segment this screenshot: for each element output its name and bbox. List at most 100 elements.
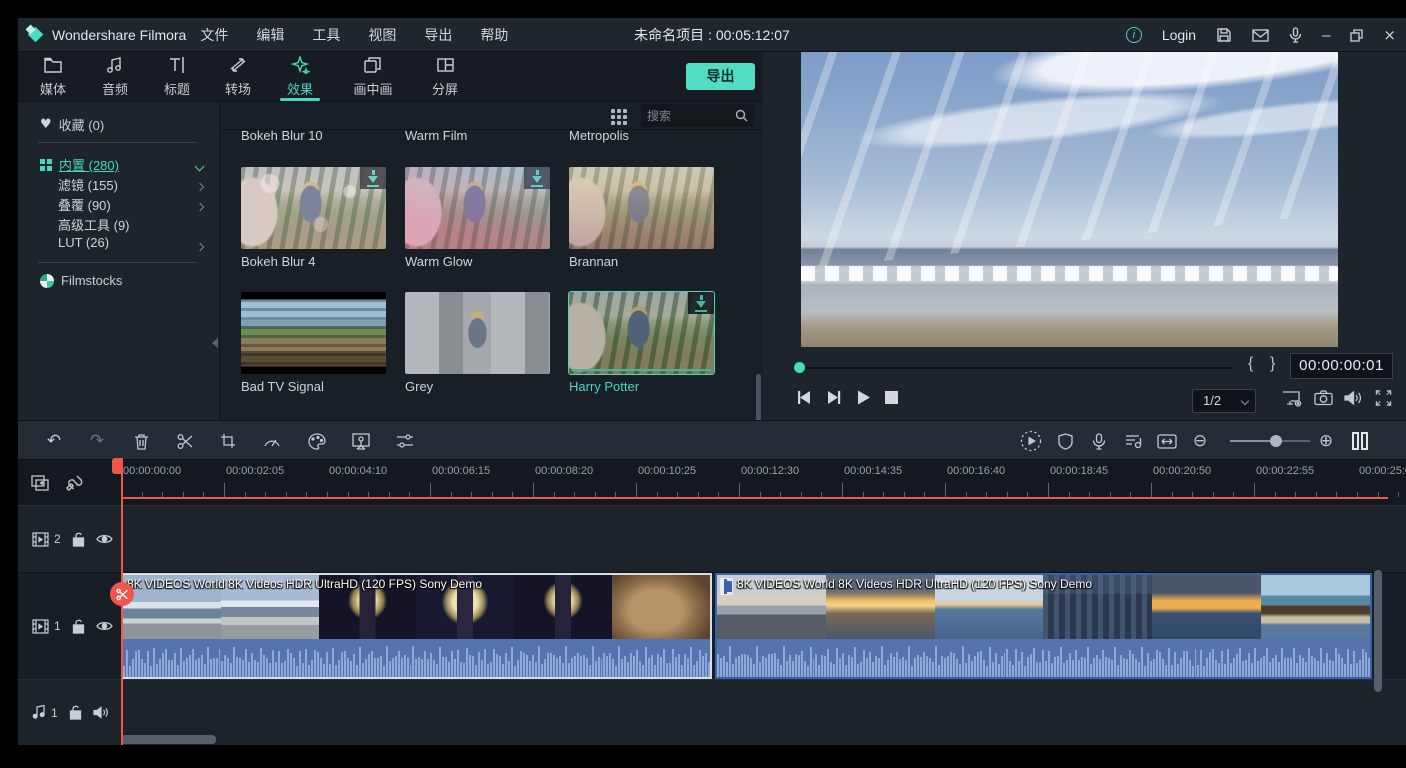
play-button[interactable] [857, 390, 871, 410]
shield-icon[interactable] [1053, 429, 1077, 453]
effect-card-bad-tv-signal[interactable]: Bad TV Signal [241, 292, 386, 394]
collapse-sidebar-icon[interactable] [212, 338, 218, 348]
chevron-right-icon[interactable] [197, 178, 203, 194]
speaker-icon[interactable] [93, 706, 109, 719]
seek-track[interactable] [805, 367, 1233, 369]
menu-view[interactable]: 视图 [368, 25, 396, 45]
seek-handle[interactable] [794, 362, 805, 373]
playback-quality-dropdown[interactable]: 1/2 [1192, 389, 1256, 413]
tab-effects[interactable]: 效果 [271, 56, 329, 100]
download-icon [688, 292, 714, 314]
lock-icon[interactable] [72, 619, 85, 634]
crop-icon[interactable] [216, 429, 240, 453]
color-palette-icon[interactable] [305, 429, 329, 453]
speed-icon[interactable] [260, 429, 284, 453]
minimize-button[interactable]: – [1322, 27, 1330, 44]
effect-card-harry-potter[interactable]: Harry Potter [569, 292, 714, 394]
timeline-hscrollbar[interactable] [121, 735, 216, 744]
timeline-zoom-slider[interactable] [1230, 440, 1310, 442]
tab-splitscreen[interactable]: 分屏 [416, 56, 474, 100]
info-icon[interactable]: i [1126, 27, 1142, 43]
volume-icon[interactable] [1344, 390, 1363, 411]
audio-mixer-icon[interactable] [1121, 429, 1145, 453]
sidebar-item-advanced-tools[interactable]: 高级工具 (9) [58, 215, 130, 234]
search-input[interactable] [647, 109, 735, 123]
quick-split-scissors-icon[interactable] [110, 582, 134, 606]
maximize-button[interactable] [1350, 29, 1363, 42]
music-note-icon [106, 56, 124, 74]
effects-scrollbar[interactable] [756, 374, 761, 426]
redo-button[interactable]: ↷ [85, 429, 109, 453]
mark-in-icon[interactable]: { [1248, 355, 1253, 373]
preview-pane: { } 00:00:00:01 1/2 [763, 52, 1406, 420]
snapshot-camera-icon[interactable] [1314, 390, 1333, 411]
preview-video [801, 52, 1338, 347]
sidebar-item-overlays[interactable]: 叠覆 (90) [58, 195, 111, 214]
effect-card-grey[interactable]: Grey [405, 292, 550, 394]
audio-track-1[interactable]: 1 [18, 679, 1406, 745]
sidebar-item-lut[interactable]: LUT (26) [58, 235, 109, 250]
lock-icon[interactable] [72, 532, 85, 547]
tab-titles[interactable]: 标题 [148, 56, 206, 100]
login-button[interactable]: Login [1162, 27, 1196, 43]
zoom-out-icon[interactable]: ⊖ [1188, 429, 1212, 453]
grid-view-icon[interactable] [611, 109, 627, 125]
search-icon[interactable] [735, 109, 748, 122]
timeline-vscrollbar[interactable] [1374, 570, 1382, 692]
adjust-sliders-icon[interactable] [393, 429, 417, 453]
chevron-down-icon[interactable] [196, 158, 203, 174]
chevron-right-icon[interactable] [197, 198, 203, 214]
manage-tracks-icon[interactable] [28, 471, 52, 495]
motion-tracking-icon[interactable] [349, 429, 373, 453]
effect-card-bokeh-blur-4[interactable]: Bokeh Blur 4 [241, 167, 386, 269]
chevron-right-icon[interactable] [197, 238, 203, 254]
ruler-tick [945, 483, 946, 497]
fit-timeline-icon[interactable] [1155, 429, 1179, 453]
mail-icon[interactable] [1252, 29, 1269, 42]
export-button[interactable]: 导出 [686, 63, 755, 90]
sidebar-item-favorites[interactable]: ♥ 收藏 (0) [40, 115, 104, 134]
tab-pip[interactable]: 画中画 [340, 56, 406, 100]
split-scissors-icon[interactable] [173, 429, 197, 453]
close-button[interactable]: × [1383, 26, 1396, 44]
ruler-label: 00:00:10:25 [638, 465, 696, 477]
sidebar-item-builtin[interactable]: 内置 (280) [40, 155, 119, 174]
save-project-icon[interactable] [1216, 27, 1232, 43]
display-settings-icon[interactable] [1282, 390, 1304, 413]
lock-icon[interactable] [69, 705, 82, 720]
video-clip-2[interactable]: 8K VIDEOS World 8K Videos HDR UltraHD (1… [715, 573, 1372, 679]
microphone-icon[interactable] [1289, 27, 1302, 43]
previous-frame-button[interactable] [796, 390, 812, 410]
tab-media[interactable]: 媒体 [24, 56, 82, 100]
video-clip-1[interactable]: 8K VIDEOS World 8K Videos HDR UltraHD (1… [121, 573, 712, 679]
undo-button[interactable]: ↶ [42, 429, 66, 453]
render-preview-icon[interactable] [1019, 429, 1043, 453]
ruler-label: 00:00:20:50 [1153, 465, 1211, 477]
record-voiceover-icon[interactable] [1087, 429, 1111, 453]
video-track-1[interactable]: 1 8K VIDEOS World 8K Videos HDR UltraHD … [18, 573, 1406, 679]
delete-icon[interactable] [129, 429, 153, 453]
eye-icon[interactable] [96, 533, 113, 545]
mark-out-icon[interactable]: } [1270, 355, 1275, 373]
effect-card-brannan[interactable]: Brannan [569, 167, 714, 269]
menu-help[interactable]: 帮助 [480, 25, 508, 45]
sidebar-item-filmstocks[interactable]: Filmstocks [40, 273, 122, 288]
link-icon[interactable] [62, 471, 86, 495]
tab-transitions[interactable]: 转场 [209, 56, 267, 100]
menu-tools[interactable]: 工具 [312, 25, 340, 45]
playhead-handle[interactable] [112, 458, 122, 474]
video-track-2[interactable]: 2 [18, 505, 1406, 573]
stop-button[interactable] [885, 390, 898, 410]
next-frame-button[interactable] [826, 390, 842, 410]
zoom-in-icon[interactable]: ⊕ [1314, 429, 1338, 453]
menu-export[interactable]: 导出 [424, 25, 452, 45]
tab-audio[interactable]: 音频 [86, 56, 144, 100]
menu-file[interactable]: 文件 [200, 25, 228, 45]
sidebar-item-filters[interactable]: 滤镜 (155) [58, 175, 118, 194]
eye-icon[interactable] [96, 620, 113, 632]
effect-card-warm-glow[interactable]: Warm Glow [405, 167, 550, 269]
track-view-toggle-icon[interactable] [1348, 429, 1372, 453]
zoom-slider-handle[interactable] [1270, 435, 1282, 447]
menu-edit[interactable]: 编辑 [256, 25, 284, 45]
fullscreen-icon[interactable] [1375, 390, 1392, 411]
